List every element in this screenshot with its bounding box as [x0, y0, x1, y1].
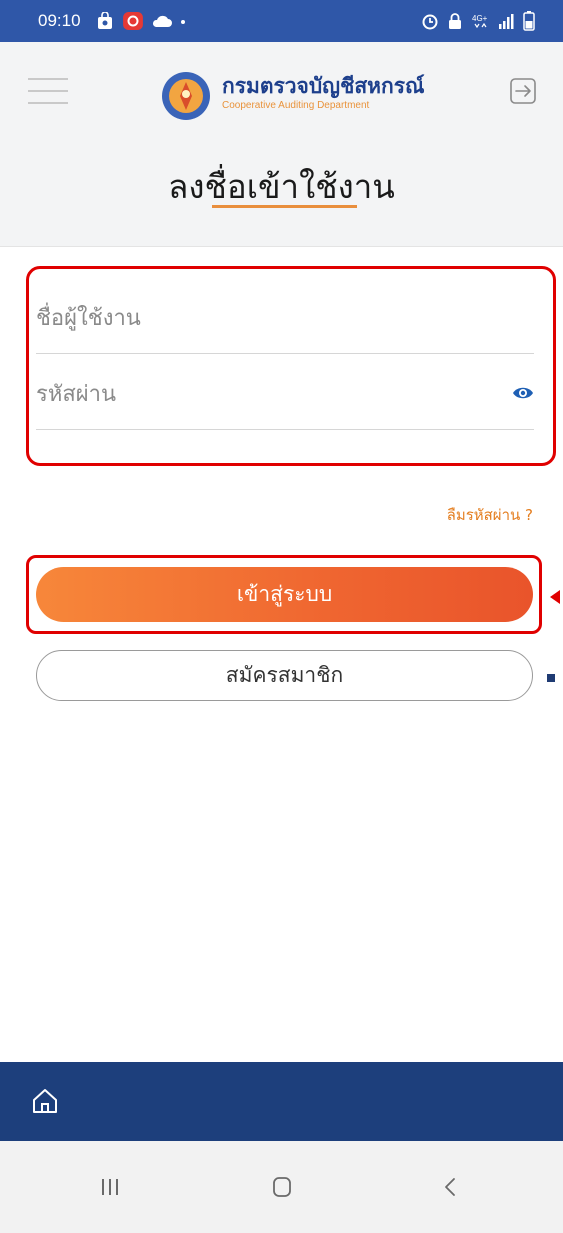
app-notification-icon — [123, 12, 143, 30]
logout-icon[interactable] — [508, 76, 538, 106]
department-subtitle: Cooperative Auditing Department — [222, 100, 370, 111]
status-bar: 09:10 4G+ — [0, 0, 563, 42]
system-home-icon[interactable] — [262, 1171, 302, 1203]
cloud-icon — [152, 15, 172, 27]
system-nav-bar — [0, 1141, 563, 1233]
shopping-bag-icon — [98, 12, 112, 29]
password-field — [36, 354, 534, 430]
signal-icon — [499, 14, 514, 29]
username-field — [36, 278, 534, 354]
eye-icon[interactable] — [512, 384, 534, 402]
svg-text:4G+: 4G+ — [472, 14, 488, 23]
alarm-icon — [422, 14, 438, 30]
forgot-password-link[interactable]: ลืมรหัสผ่าน ? — [447, 503, 533, 527]
status-right-icons: 4G+ — [421, 11, 535, 31]
home-icon[interactable] — [30, 1086, 60, 1116]
password-input[interactable] — [36, 374, 476, 414]
department-logo — [162, 72, 210, 120]
app-header: กรมตรวจบัญชีสหกรณ์ Cooperative Auditing … — [0, 42, 563, 247]
title-underline — [212, 205, 357, 208]
battery-icon — [523, 11, 535, 31]
arrow-marker-icon — [550, 590, 560, 604]
recent-apps-icon[interactable] — [90, 1171, 130, 1203]
status-time: 09:10 — [38, 11, 81, 30]
department-name: กรมตรวจบัญชีสหกรณ์ — [222, 74, 425, 98]
hamburger-menu-icon[interactable] — [28, 78, 68, 106]
register-button[interactable]: สมัครสมาชิก — [36, 650, 533, 701]
4g-icon: 4G+ — [472, 14, 488, 29]
login-button[interactable]: เข้าสู่ระบบ — [36, 567, 533, 622]
square-marker-icon — [547, 674, 555, 682]
dot-icon — [181, 20, 185, 24]
username-input[interactable] — [36, 298, 476, 338]
lock-icon — [449, 13, 461, 29]
emblem-icon — [163, 73, 209, 119]
back-icon[interactable] — [430, 1171, 470, 1203]
bottom-nav-bar — [0, 1062, 563, 1141]
